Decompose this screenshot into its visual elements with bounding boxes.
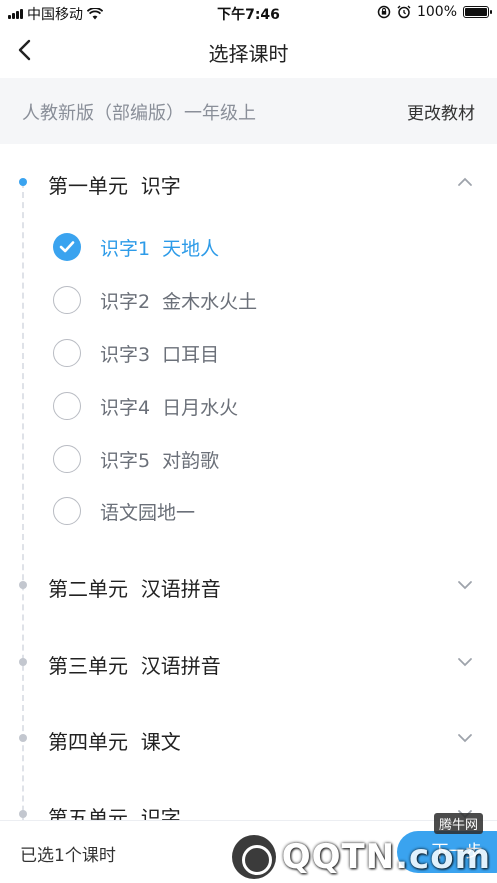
chevron-up-icon <box>458 177 472 186</box>
lesson-list[interactable]: 第一单元 识字 识字1 天地人 识字2 金木水火土 识字3 口耳目 识字4 日月… <box>0 144 497 820</box>
watermark-logo: 腾牛网 QQTN.com <box>231 813 491 879</box>
lesson-item-3[interactable]: 识字3 口耳目 <box>50 333 470 373</box>
page-title: 选择课时 <box>208 42 289 66</box>
lesson-label: 识字2 金木水火土 <box>100 291 258 313</box>
selected-count-text: 已选1个课时 <box>20 846 116 866</box>
unit-header-3[interactable]: 第三单元 汉语拼音 <box>0 624 497 684</box>
radio-circle-icon[interactable] <box>53 286 81 314</box>
status-bar: 中国移动 下午7:46 100% <box>0 0 497 26</box>
timeline-dot <box>19 658 27 666</box>
change-textbook-button[interactable]: 更改教材 <box>407 99 475 124</box>
radio-circle-icon[interactable] <box>53 445 81 473</box>
radio-circle-icon[interactable] <box>53 497 81 525</box>
timeline-dot <box>19 810 27 818</box>
lesson-label: 识字1 天地人 <box>100 238 220 260</box>
textbook-name: 人教新版（部编版）一年级上 <box>22 103 256 124</box>
lesson-item-2[interactable]: 识字2 金木水火土 <box>50 280 470 320</box>
check-circle-icon[interactable] <box>53 233 81 261</box>
ox-logo-icon <box>231 835 276 879</box>
lesson-item-4[interactable]: 识字4 日月水火 <box>50 386 470 426</box>
alarm-icon <box>397 5 411 19</box>
unit-title: 第一单元 识字 <box>48 174 181 198</box>
textbook-bar: 人教新版（部编版）一年级上 更改教材 <box>0 78 497 144</box>
unit-header-4[interactable]: 第四单元 课文 <box>0 700 497 760</box>
radio-circle-icon[interactable] <box>53 392 81 420</box>
unit-title: 第四单元 课文 <box>48 730 181 754</box>
watermark-sub: 腾牛网 <box>433 813 483 834</box>
battery-icon <box>463 6 492 18</box>
lesson-label: 识字3 口耳目 <box>100 344 220 366</box>
lesson-label: 语文园地一 <box>100 502 196 524</box>
status-right: 100% <box>377 4 492 20</box>
chevron-down-icon <box>458 658 472 667</box>
timeline-dot <box>19 178 27 186</box>
chevron-down-icon <box>458 734 472 743</box>
battery-percent: 100% <box>416 4 457 20</box>
unit-header-2[interactable]: 第二单元 汉语拼音 <box>0 547 497 607</box>
lesson-label: 识字5 对韵歌 <box>100 450 220 472</box>
radio-circle-icon[interactable] <box>53 339 81 367</box>
nav-bar: 选择课时 <box>0 26 497 76</box>
lesson-item-6[interactable]: 语文园地一 <box>50 491 470 531</box>
bottom-bar: 已选1个课时 下一步 腾牛网 QQTN.com <box>0 813 497 883</box>
unit-title: 第二单元 汉语拼音 <box>48 577 221 601</box>
timeline-dot <box>19 581 27 589</box>
orientation-lock-icon <box>377 5 391 19</box>
unit-title: 第五单元 识字 <box>48 806 181 820</box>
unit-header-5[interactable]: 第五单元 识字 <box>0 776 497 820</box>
chevron-down-icon <box>458 581 472 590</box>
unit-title: 第三单元 汉语拼音 <box>48 654 221 678</box>
timeline-dot <box>19 734 27 742</box>
lesson-item-5[interactable]: 识字5 对韵歌 <box>50 439 470 479</box>
lesson-item-1[interactable]: 识字1 天地人 <box>50 227 470 267</box>
watermark-text: QQTN.com <box>281 837 491 877</box>
unit-header-1[interactable]: 第一单元 识字 <box>0 144 497 204</box>
lesson-label: 识字4 日月水火 <box>100 397 239 419</box>
